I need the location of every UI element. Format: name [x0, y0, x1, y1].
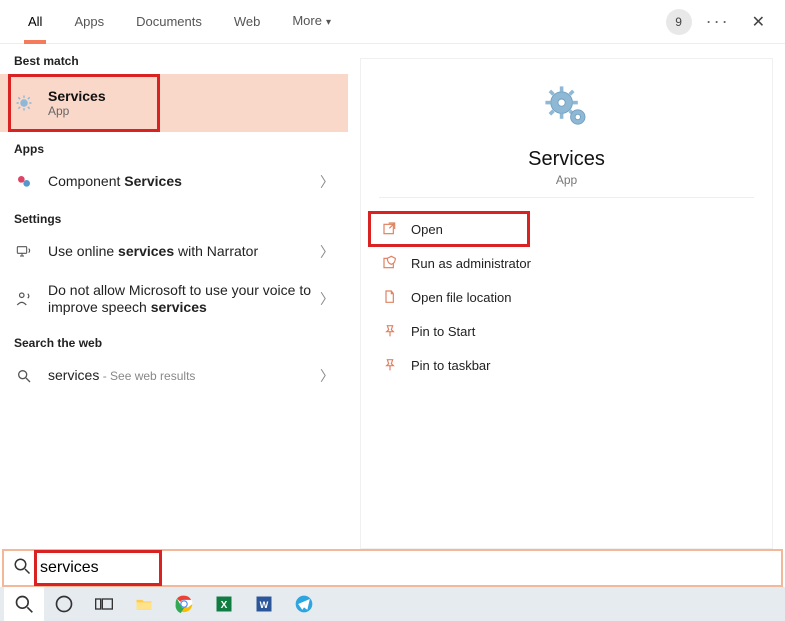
search-icon [14, 368, 34, 384]
person-voice-icon [14, 290, 34, 308]
taskbar-excel[interactable]: X [204, 587, 244, 621]
taskbar-cortana[interactable] [44, 587, 84, 621]
component-services-icon [14, 174, 34, 190]
preview-actions: Open Run as administrator Open file loca… [361, 212, 772, 382]
tab-web[interactable]: Web [218, 0, 277, 44]
svg-text:W: W [260, 600, 269, 610]
pin-icon [379, 323, 401, 339]
action-label: Open file location [411, 290, 511, 305]
services-icon [14, 94, 34, 112]
folder-icon [379, 289, 401, 305]
taskbar-telegram[interactable] [284, 587, 324, 621]
app-hero: Services App [379, 81, 754, 198]
chevron-right-icon: 〉 [320, 242, 334, 262]
action-label: Run as administrator [411, 256, 531, 271]
tab-more[interactable]: More▾ [276, 0, 347, 45]
tab-all[interactable]: All [12, 0, 58, 44]
preview-title: Services [379, 148, 754, 171]
pin-icon [379, 357, 401, 373]
action-label: Pin to taskbar [411, 358, 491, 373]
preview-subtitle: App [379, 173, 754, 187]
result-narrator-services[interactable]: Use online services with Narrator 〉 [0, 232, 348, 272]
result-label: Do not allow Microsoft to use your voice… [48, 282, 320, 317]
preview-panel: Services App Open Run as administrator O… [348, 44, 785, 549]
section-settings: Settings [0, 202, 348, 232]
action-run-admin[interactable]: Run as administrator [369, 246, 764, 280]
taskbar-taskview[interactable] [84, 587, 124, 621]
taskbar: X W [0, 587, 785, 621]
best-match-subtitle: App [48, 104, 106, 118]
admin-icon [379, 255, 401, 271]
chevron-down-icon: ▾ [326, 17, 331, 28]
search-input-wrap [38, 554, 158, 582]
best-match-result[interactable]: Services App [0, 74, 348, 132]
action-label: Open [411, 222, 443, 237]
chevron-right-icon: 〉 [320, 366, 334, 386]
services-hero-icon [540, 81, 594, 135]
section-search-web: Search the web [0, 326, 348, 356]
monitor-icon [14, 244, 34, 260]
result-web-search[interactable]: services - See web results 〉 [0, 356, 348, 396]
action-pin-start[interactable]: Pin to Start [369, 314, 764, 348]
result-component-services[interactable]: Component Services 〉 [0, 162, 348, 202]
result-label: services - See web results [48, 367, 320, 385]
action-open[interactable]: Open [369, 212, 529, 246]
svg-text:X: X [221, 600, 228, 611]
rewards-badge[interactable]: 9 [666, 9, 692, 35]
results-left-column: Best match Services App Apps Component S… [0, 44, 348, 549]
close-button[interactable]: ✕ [744, 8, 773, 36]
search-filter-tabs: All Apps Documents Web More▾ 9 ··· ✕ [0, 0, 785, 44]
search-bar[interactable] [2, 549, 783, 587]
search-icon [12, 557, 32, 580]
action-label: Pin to Start [411, 324, 475, 339]
taskbar-word[interactable]: W [244, 587, 284, 621]
section-best-match: Best match [0, 44, 348, 74]
more-options-button[interactable]: ··· [706, 11, 730, 32]
result-label: Component Services [48, 173, 320, 191]
chevron-right-icon: 〉 [320, 289, 334, 309]
search-results-body: Best match Services App Apps Component S… [0, 44, 785, 549]
tab-documents[interactable]: Documents [120, 0, 218, 44]
taskbar-explorer[interactable] [124, 587, 164, 621]
action-pin-taskbar[interactable]: Pin to taskbar [369, 348, 764, 382]
result-speech-services[interactable]: Do not allow Microsoft to use your voice… [0, 272, 348, 326]
taskbar-search[interactable] [4, 587, 44, 621]
search-input[interactable] [38, 554, 158, 582]
best-match-title: Services [48, 88, 106, 104]
tab-apps[interactable]: Apps [58, 0, 120, 44]
action-open-location[interactable]: Open file location [369, 280, 764, 314]
taskbar-chrome[interactable] [164, 587, 204, 621]
result-label: Use online services with Narrator [48, 243, 320, 261]
open-icon [379, 221, 401, 237]
section-apps: Apps [0, 132, 348, 162]
chevron-right-icon: 〉 [320, 172, 334, 192]
